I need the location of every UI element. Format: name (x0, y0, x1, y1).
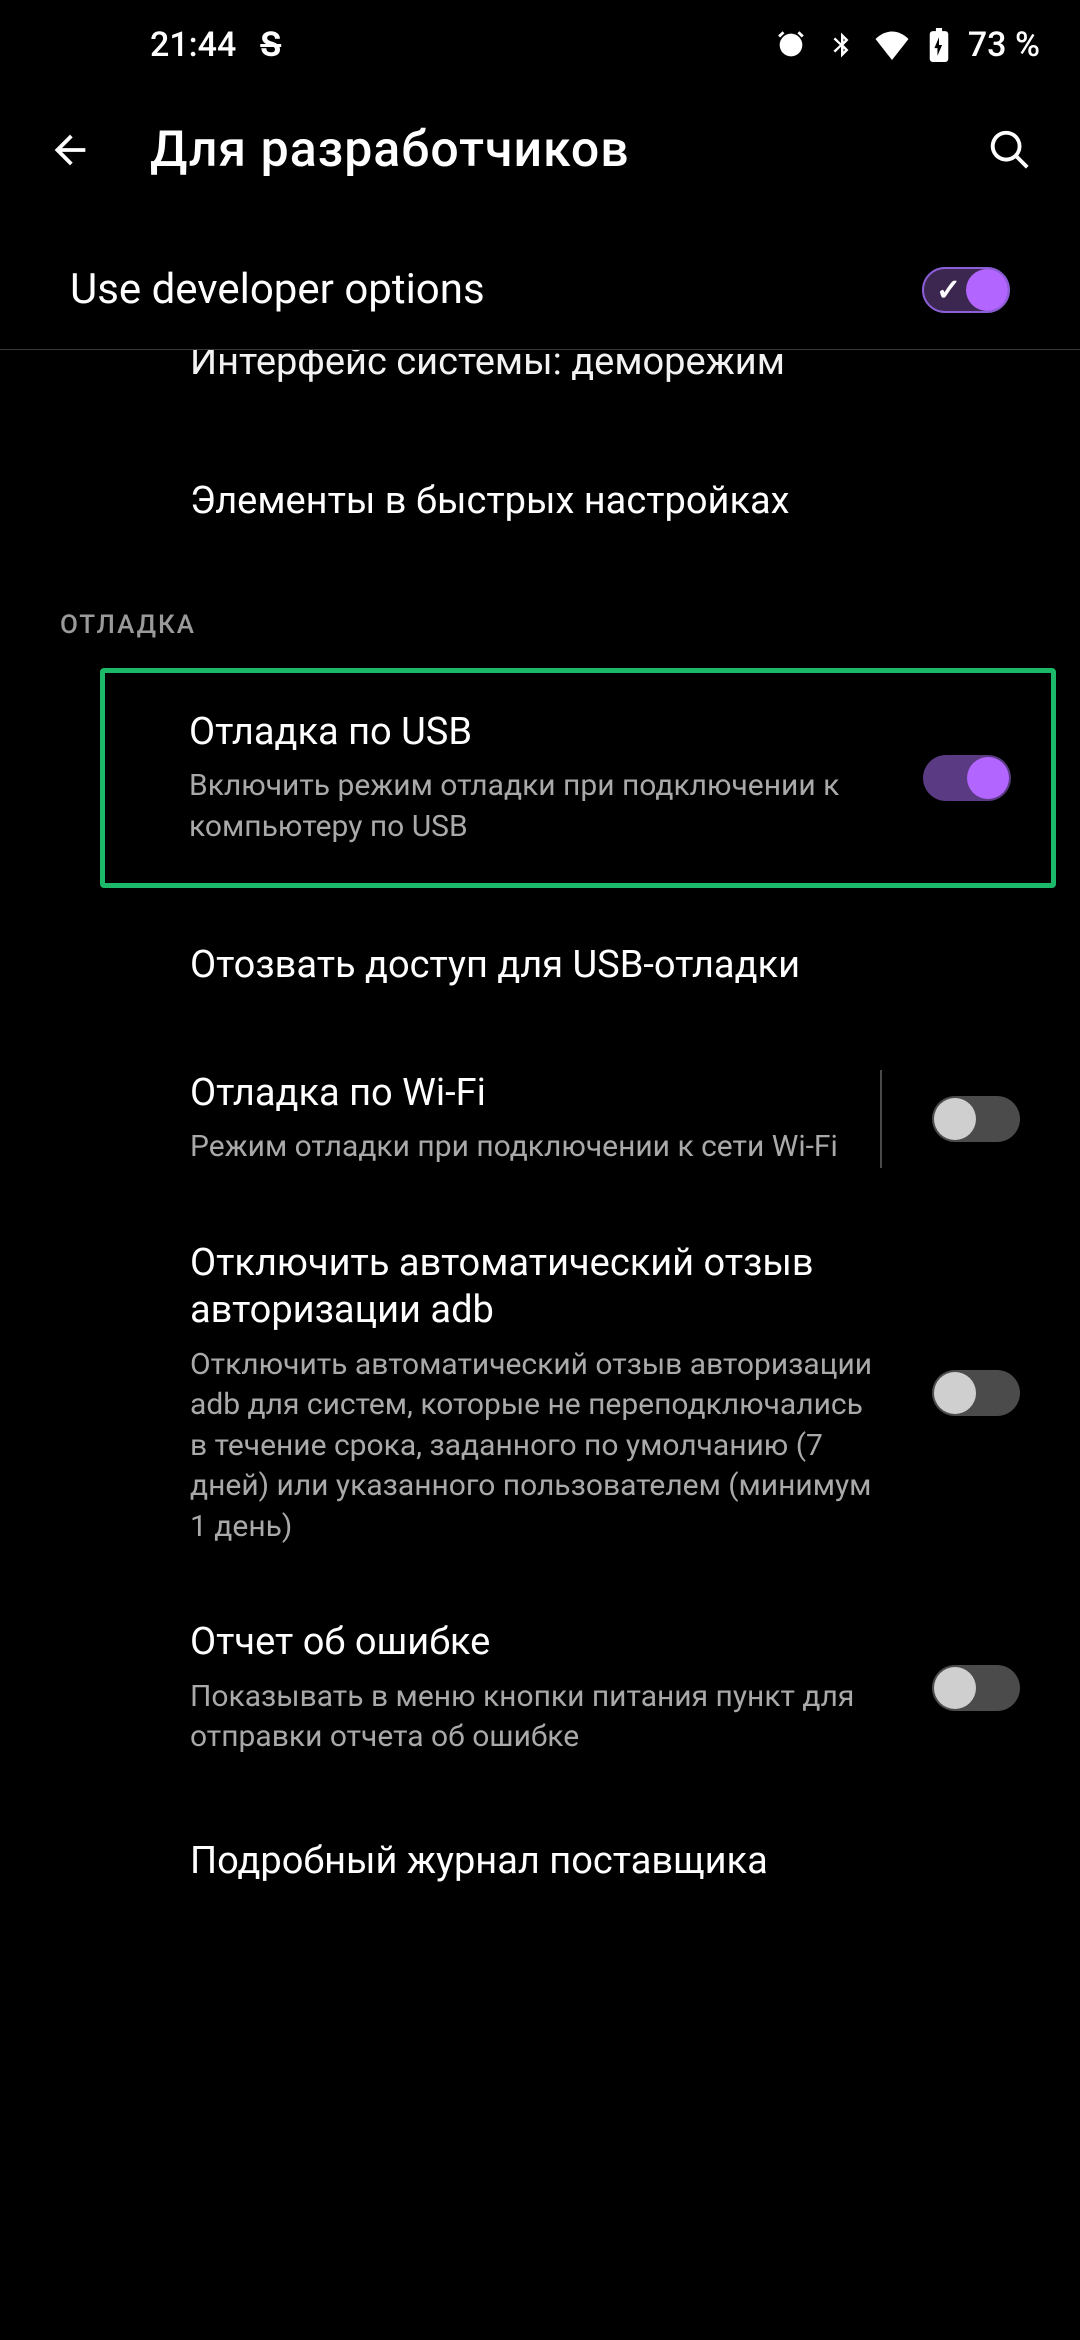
setting-row-vendor-logging[interactable]: Подробный журнал поставщика (0, 1794, 1080, 1886)
vertical-divider (880, 1070, 882, 1168)
alarm-icon (774, 28, 808, 62)
arrow-back-icon (47, 127, 93, 173)
check-icon: ✓ (936, 273, 961, 308)
battery-icon (928, 28, 950, 62)
setting-title: Элементы в быстрых настройках (190, 478, 990, 526)
setting-title: Отчет об ошибке (190, 1619, 882, 1667)
battery-percent: 73 % (968, 25, 1040, 65)
usb-debugging-switch[interactable] (923, 755, 1011, 801)
wifi-debugging-switch[interactable] (932, 1096, 1020, 1142)
section-label-debug: ОТЛАДКА (0, 570, 1080, 658)
bug-report-switch[interactable] (932, 1665, 1020, 1711)
setting-row-truncated[interactable]: Интерфейс системы: деморежим (0, 350, 1080, 434)
setting-subtitle: Включить режим отладки при подключении к… (189, 766, 873, 847)
app-bar: Для разработчиков (0, 90, 1080, 210)
setting-subtitle: Показывать в меню кнопки питания пункт д… (190, 1677, 882, 1758)
status-time: 21:44 (150, 25, 236, 65)
status-s-indicator: S (260, 25, 281, 65)
setting-subtitle: Режим отладки при подключении к сети Wi-… (190, 1127, 840, 1168)
settings-list: Интерфейс системы: деморежим Элементы в … (0, 350, 1080, 1885)
master-toggle-row[interactable]: Use developer options ✓ (0, 230, 1080, 350)
setting-title: Подробный журнал поставщика (190, 1838, 990, 1886)
setting-row-quick-tiles[interactable]: Элементы в быстрых настройках (0, 434, 1080, 570)
status-bar: 21:44 S 73 % (0, 0, 1080, 90)
search-button[interactable] (980, 120, 1040, 180)
setting-title: Отключить автоматический отзыв авторизац… (190, 1240, 882, 1335)
setting-row-wifi-debugging[interactable]: Отладка по Wi-Fi Режим отладки при подкл… (0, 1034, 1080, 1204)
setting-row-revoke-usb[interactable]: Отозвать доступ для USB-отладки (0, 898, 1080, 1034)
master-toggle-switch[interactable]: ✓ (922, 267, 1010, 313)
setting-row-adb-auth-timeout[interactable]: Отключить автоматический отзыв авторизац… (0, 1204, 1080, 1584)
setting-row-usb-debugging[interactable]: Отладка по USB Включить режим отладки пр… (100, 668, 1056, 889)
bluetooth-icon (826, 28, 856, 62)
search-icon (987, 127, 1033, 173)
back-button[interactable] (40, 120, 100, 180)
master-toggle-label: Use developer options (70, 265, 485, 314)
page-title: Для разработчиков (150, 121, 630, 179)
setting-title: Интерфейс системы: деморежим (190, 350, 785, 384)
setting-subtitle: Отключить автоматический отзыв авторизац… (190, 1345, 882, 1548)
setting-title: Отладка по USB (189, 709, 873, 757)
setting-title: Отозвать доступ для USB-отладки (190, 942, 990, 990)
adb-auth-timeout-switch[interactable] (932, 1370, 1020, 1416)
setting-title: Отладка по Wi-Fi (190, 1070, 840, 1118)
setting-row-bug-report[interactable]: Отчет об ошибке Показывать в меню кнопки… (0, 1583, 1080, 1794)
wifi-icon (874, 30, 910, 60)
